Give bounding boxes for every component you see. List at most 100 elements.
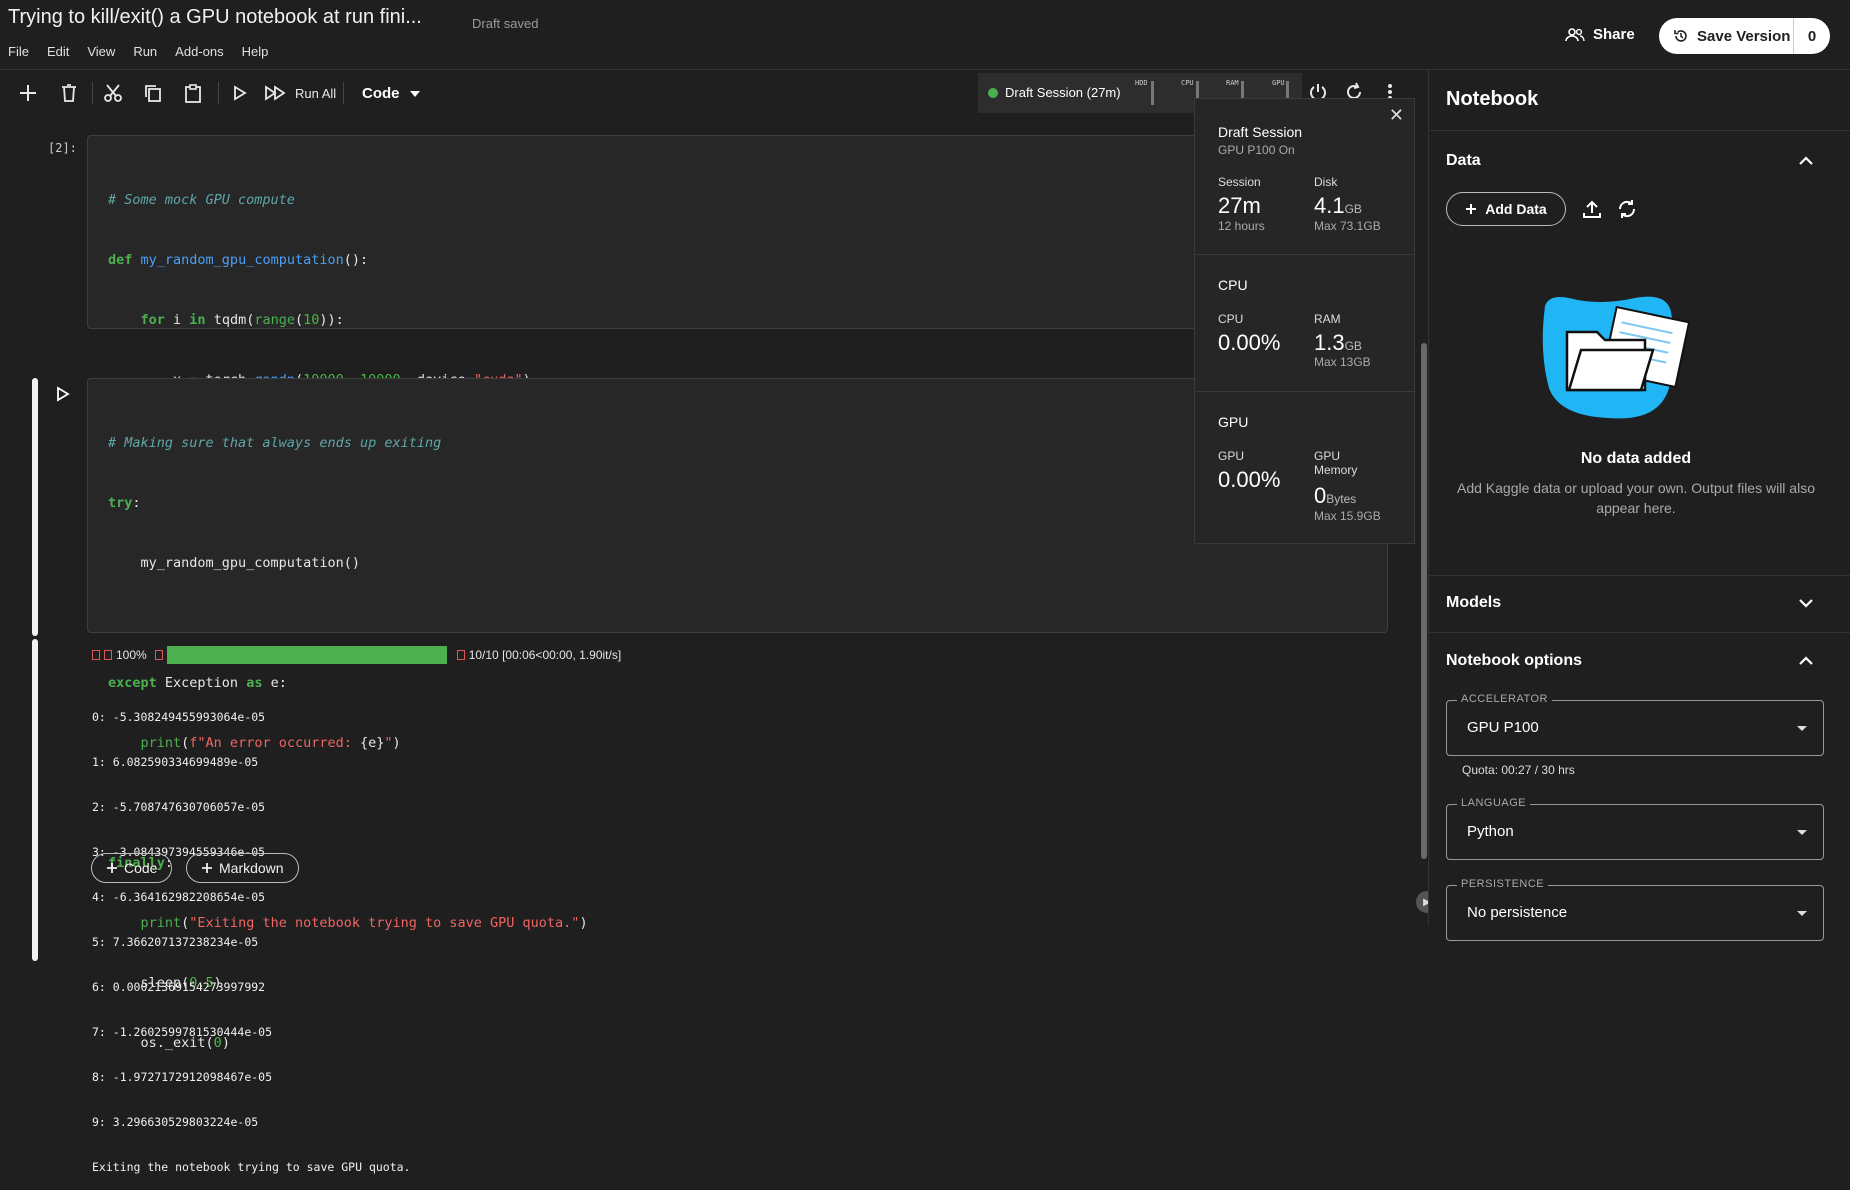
disk-value-number: 4.1 <box>1314 193 1345 218</box>
gpu-memory-value: 0Bytes <box>1314 483 1356 509</box>
session-status-dot <box>988 88 998 98</box>
ram-label: RAM <box>1314 312 1341 326</box>
share-label: Share <box>1593 26 1635 43</box>
save-version-label: Save Version <box>1697 27 1791 45</box>
accelerator-select[interactable]: ACCELERATOR GPU P100 <box>1446 693 1824 756</box>
persistence-label: PERSISTENCE <box>1457 878 1549 890</box>
output-line: 5: 7.366207137238234e-05 <box>92 935 259 949</box>
run-cell-button[interactable] <box>56 386 70 407</box>
menu-bar: File Edit View Run Add-ons Help <box>8 44 268 59</box>
notebook-title[interactable]: Trying to kill/exit() a GPU notebook at … <box>8 6 422 29</box>
session-time-label: Session <box>1218 175 1261 189</box>
add-code-cell-button[interactable]: Code <box>91 853 173 883</box>
code-line: my_random_gpu_computation() <box>108 555 360 571</box>
code-line: # Some mock GPU compute <box>108 190 1367 210</box>
dropdown-caret-icon <box>1797 830 1807 835</box>
data-section-header[interactable]: Data <box>1446 152 1481 170</box>
add-code-label: Code <box>124 860 158 876</box>
cell-type-select[interactable]: Code <box>362 85 420 102</box>
popup-subtitle: GPU P100 On <box>1218 143 1295 157</box>
menu-run[interactable]: Run <box>133 44 157 59</box>
empty-folder-illustration <box>1542 296 1691 419</box>
glyph-placeholder <box>92 650 100 660</box>
language-select[interactable]: LANGUAGE Python <box>1446 797 1824 860</box>
run-all-icon[interactable] <box>262 80 288 106</box>
notebook-options-header[interactable]: Notebook options <box>1446 652 1582 670</box>
save-status: Draft saved <box>472 16 539 31</box>
menu-view[interactable]: View <box>87 44 115 59</box>
gpu-section: GPU GPU 0.00% GPU Memory 0Bytes Max 15.9G… <box>1195 391 1414 545</box>
accelerator-value: GPU P100 <box>1467 719 1539 736</box>
output-line: Exiting the notebook trying to save GPU … <box>92 1160 411 1174</box>
cut-icon[interactable] <box>100 80 126 106</box>
gpu-memory-label-line2: Memory <box>1314 463 1358 477</box>
gpu-memory-max: Max 15.9GB <box>1314 509 1381 523</box>
persistence-value: No persistence <box>1467 904 1568 921</box>
chevron-up-icon[interactable] <box>1799 656 1813 666</box>
popup-title: Draft Session <box>1218 124 1303 140</box>
dropdown-caret-icon <box>1797 911 1807 916</box>
code-cell-2[interactable]: # Making sure that always ends up exitin… <box>87 378 1388 1051</box>
paste-icon[interactable] <box>180 80 206 106</box>
language-label: LANGUAGE <box>1457 797 1531 809</box>
output-line: 1: 6.082590334699489e-05 <box>92 755 259 769</box>
output-line: 4: -6.364162982208654e-05 <box>92 890 266 904</box>
code-cell-1[interactable]: # Some mock GPU compute def my_random_gp… <box>87 135 1388 628</box>
notebook-sidebar: Notebook Data Add Data No data added Add… <box>1428 70 1850 941</box>
glyph-placeholder <box>104 650 112 660</box>
chevron-up-icon[interactable] <box>1799 156 1813 166</box>
accelerator-label: ACCELERATOR <box>1457 693 1553 705</box>
models-section-header[interactable]: Models <box>1446 594 1501 612</box>
upload-icon[interactable] <box>1581 198 1603 220</box>
output-line: 7: -1.2602599781530444e-05 <box>92 1025 273 1039</box>
menu-help[interactable]: Help <box>242 44 269 59</box>
refresh-icon[interactable] <box>1616 198 1638 220</box>
caret-down-icon <box>409 90 420 97</box>
disk-value-unit: GB <box>1344 202 1362 216</box>
cell-type-label: Code <box>362 85 400 102</box>
output-line: 9: 3.296630529803224e-05 <box>92 1115 259 1129</box>
sidebar-title: Notebook <box>1446 88 1539 110</box>
gpu-section-title: GPU <box>1218 414 1249 430</box>
cpu-value: 0.00% <box>1218 330 1281 355</box>
run-cell-icon[interactable] <box>226 80 252 106</box>
code-line: # Making sure that always ends up exitin… <box>108 433 1367 453</box>
no-data-description: Add Kaggle data or upload your own. Outp… <box>1457 480 1815 516</box>
copy-icon[interactable] <box>140 80 166 106</box>
persistence-select[interactable]: PERSISTENCE No persistence <box>1446 878 1824 941</box>
add-data-button[interactable]: Add Data <box>1446 192 1566 226</box>
save-version-button[interactable]: Save Version 0 <box>1659 18 1830 54</box>
menu-file[interactable]: File <box>8 44 29 59</box>
people-icon <box>1565 27 1585 41</box>
gpu-memory-unit: Bytes <box>1326 492 1357 506</box>
cpu-section-title: CPU <box>1218 277 1248 293</box>
plus-icon <box>202 863 212 873</box>
progress-bar <box>166 646 447 664</box>
menu-add-ons[interactable]: Add-ons <box>175 44 223 59</box>
menu-edit[interactable]: Edit <box>47 44 69 59</box>
output-line: 6: 0.00021369154273997992 <box>92 980 266 994</box>
share-button[interactable]: Share <box>1565 26 1635 43</box>
progress-output: 100% 10/10 [00:06<00:00, 1.90it/s] <box>92 646 621 664</box>
progress-percent: 100% <box>116 648 147 662</box>
scrollbar-thumb[interactable] <box>1421 343 1427 859</box>
code-comment: # Making sure that always ends up exitin… <box>108 435 442 451</box>
run-all-button[interactable]: Run All <box>295 86 336 101</box>
code-line: def my_random_gpu_computation(): <box>108 252 369 268</box>
ram-value: 1.3GB <box>1314 330 1362 356</box>
glyph-placeholder <box>456 650 465 660</box>
output-line: 8: -1.9727172912098467e-05 <box>92 1070 273 1084</box>
session-time-value: 27m <box>1218 193 1261 218</box>
gpu-meter-label: GPU <box>1272 79 1285 87</box>
chevron-down-icon[interactable] <box>1799 598 1813 608</box>
delete-icon[interactable] <box>56 80 82 106</box>
add-markdown-cell-button[interactable]: Markdown <box>186 853 299 883</box>
close-icon[interactable]: ✕ <box>1389 105 1404 126</box>
add-data-label: Add Data <box>1485 201 1547 217</box>
execution-count: [2]: <box>48 141 77 155</box>
add-cell-icon[interactable] <box>15 80 41 106</box>
gpu-memory-label: GPU Memory <box>1314 449 1357 477</box>
gpu-memory-number: 0 <box>1314 483 1327 508</box>
version-count[interactable]: 0 <box>1794 28 1830 45</box>
